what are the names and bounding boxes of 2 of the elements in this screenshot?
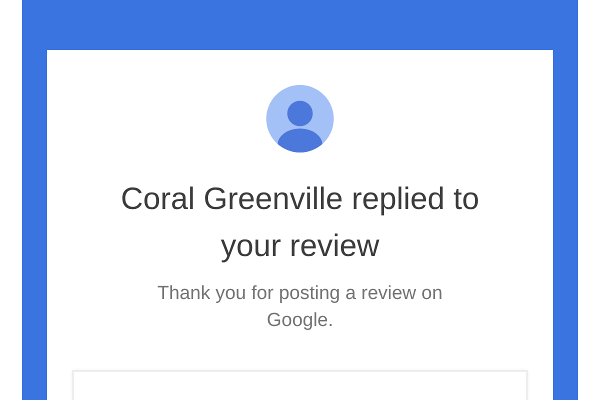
- notification-title: Coral Greenville replied to your review: [120, 180, 480, 264]
- notification-message: Thank you for posting a review on Google.: [156, 282, 444, 332]
